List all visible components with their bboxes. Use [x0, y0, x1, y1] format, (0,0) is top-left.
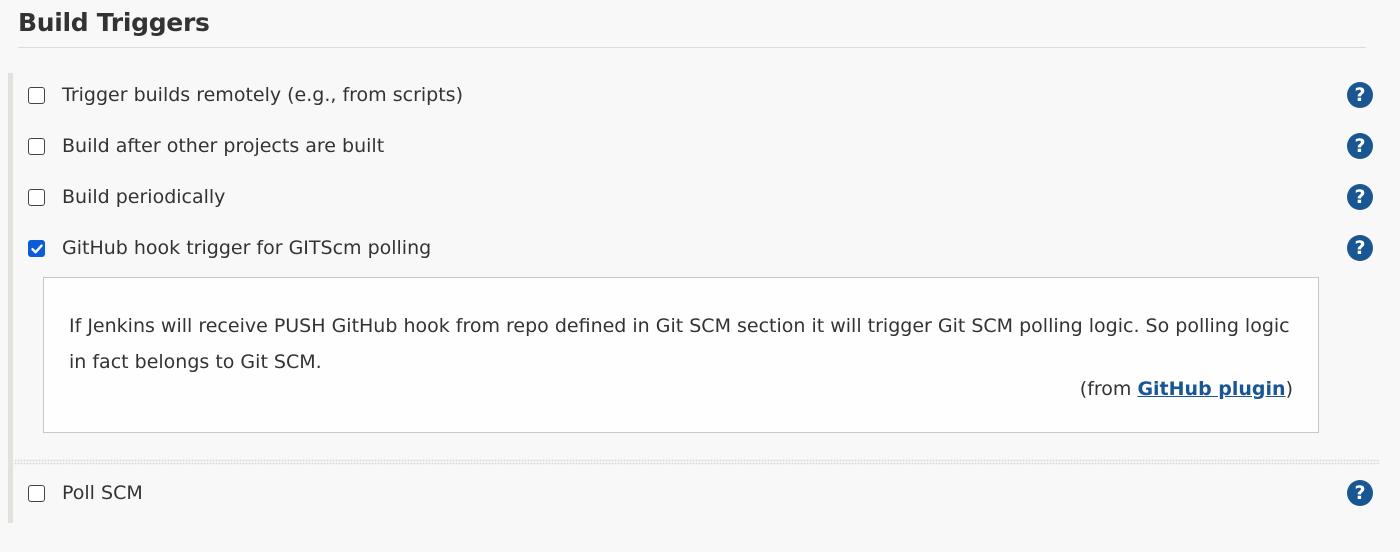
- build-after-other-label[interactable]: Build after other projects are built: [62, 135, 384, 157]
- trigger-row-poll-scm: Poll SCM ?: [28, 480, 1378, 510]
- section-left-bar: [8, 73, 13, 523]
- trigger-row-after-other: Build after other projects are built ?: [28, 133, 1378, 163]
- dotted-separator: [14, 459, 1380, 465]
- help-icon[interactable]: ?: [1347, 133, 1373, 159]
- help-icon[interactable]: ?: [1347, 235, 1373, 261]
- poll-scm-label[interactable]: Poll SCM: [62, 482, 143, 504]
- build-periodically-checkbox[interactable]: [28, 189, 45, 206]
- poll-scm-checkbox[interactable]: [28, 485, 45, 502]
- section-divider: [18, 47, 1366, 48]
- help-panel-from-suffix: ): [1285, 378, 1293, 400]
- github-hook-help-panel: If Jenkins will receive PUSH GitHub hook…: [43, 277, 1319, 433]
- trigger-row-remote: Trigger builds remotely (e.g., from scri…: [28, 82, 1378, 112]
- section-title: Build Triggers: [18, 8, 210, 37]
- github-hook-checkbox[interactable]: [28, 240, 45, 257]
- build-after-other-checkbox[interactable]: [28, 138, 45, 155]
- help-panel-source: (from GitHub plugin): [1080, 378, 1293, 400]
- trigger-row-periodically: Build periodically ?: [28, 184, 1378, 214]
- help-icon[interactable]: ?: [1347, 480, 1373, 506]
- github-plugin-link[interactable]: GitHub plugin: [1137, 378, 1285, 400]
- github-hook-label[interactable]: GitHub hook trigger for GITScm polling: [62, 237, 431, 259]
- help-icon[interactable]: ?: [1347, 184, 1373, 210]
- trigger-remote-checkbox[interactable]: [28, 87, 45, 104]
- build-periodically-label[interactable]: Build periodically: [62, 186, 225, 208]
- help-panel-text: If Jenkins will receive PUSH GitHub hook…: [69, 315, 1290, 373]
- trigger-row-github-hook: GitHub hook trigger for GITScm polling ?: [28, 235, 1378, 265]
- help-icon[interactable]: ?: [1347, 82, 1373, 108]
- checkmark-icon: [31, 244, 43, 254]
- trigger-remote-label[interactable]: Trigger builds remotely (e.g., from scri…: [62, 84, 463, 106]
- help-panel-from-prefix: (from: [1079, 378, 1138, 400]
